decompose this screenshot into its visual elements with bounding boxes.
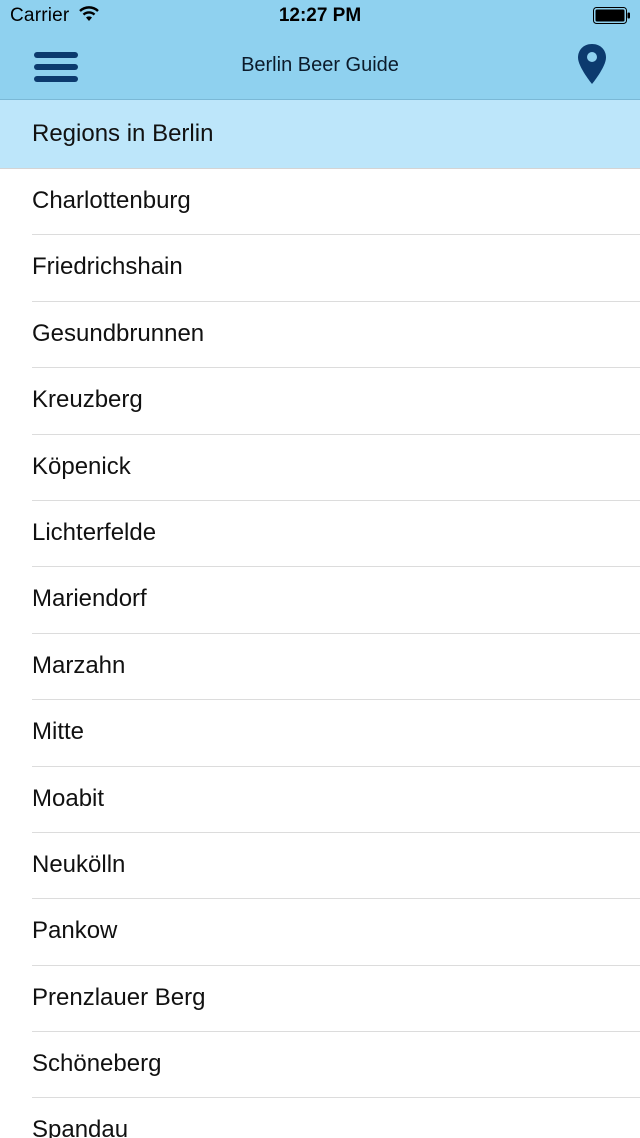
status-bar: Carrier 12:27 PM <box>0 0 640 34</box>
region-list-item[interactable]: Gesundbrunnen <box>0 302 640 369</box>
region-list-item[interactable]: Friedrichshain <box>0 235 640 303</box>
region-list-item[interactable]: Spandau <box>0 1098 640 1138</box>
region-name: Moabit <box>32 784 105 812</box>
region-list-item[interactable]: Lichterfelde <box>0 501 640 568</box>
region-name: Mitte <box>32 718 85 746</box>
nav-title: Berlin Beer Guide <box>241 54 399 76</box>
location-button[interactable] <box>574 42 610 88</box>
region-name: Friedrichshain <box>32 253 183 281</box>
region-list-item[interactable]: Neukölln <box>0 833 640 900</box>
region-list-item[interactable]: Pankow <box>0 899 640 967</box>
region-list-item[interactable]: Charlottenburg <box>0 169 640 236</box>
region-name: Lichterfelde <box>32 518 157 546</box>
region-list-item[interactable]: Prenzlauer Berg <box>0 966 640 1033</box>
region-name: Pankow <box>32 917 118 945</box>
clock: 12:27 PM <box>278 5 362 26</box>
region-list-item[interactable]: Marzahn <box>0 634 640 701</box>
battery-icon <box>593 7 631 24</box>
region-list-item[interactable]: Moabit <box>0 767 640 834</box>
region-list: Charlottenburg Friedrichshain Gesundbrunne… <box>0 169 640 1138</box>
navigation-bar: Berlin Beer Guide <box>0 34 640 99</box>
region-name: Gesundbrunnen <box>32 319 205 347</box>
region-name: Prenzlauer Berg <box>32 983 206 1011</box>
map-pin-icon <box>574 44 610 92</box>
region-list-item[interactable]: Schöneberg <box>0 1032 640 1099</box>
region-list-item[interactable]: Köpenick <box>0 435 640 502</box>
app-screen: Carrier 12:27 PM Berlin Beer Guide Regio… <box>0 0 640 1138</box>
region-list-item[interactable]: Mariendorf <box>0 567 640 635</box>
region-list-item[interactable]: Kreuzberg <box>0 368 640 435</box>
region-name: Neukölln <box>32 850 126 878</box>
region-name: Köpenick <box>32 452 131 480</box>
region-name: Schöneberg <box>32 1050 162 1078</box>
section-title: Regions in Berlin <box>32 120 214 147</box>
region-name: Charlottenburg <box>32 187 191 214</box>
region-name: Mariendorf <box>32 585 147 613</box>
region-list-item[interactable]: Mitte <box>0 700 640 767</box>
region-name: Marzahn <box>32 651 126 679</box>
top-bar: Carrier 12:27 PM Berlin Beer Guide <box>0 0 640 100</box>
region-name: Kreuzberg <box>32 386 143 414</box>
region-name: Spandau <box>32 1116 129 1138</box>
section-header: Regions in Berlin <box>0 100 640 169</box>
